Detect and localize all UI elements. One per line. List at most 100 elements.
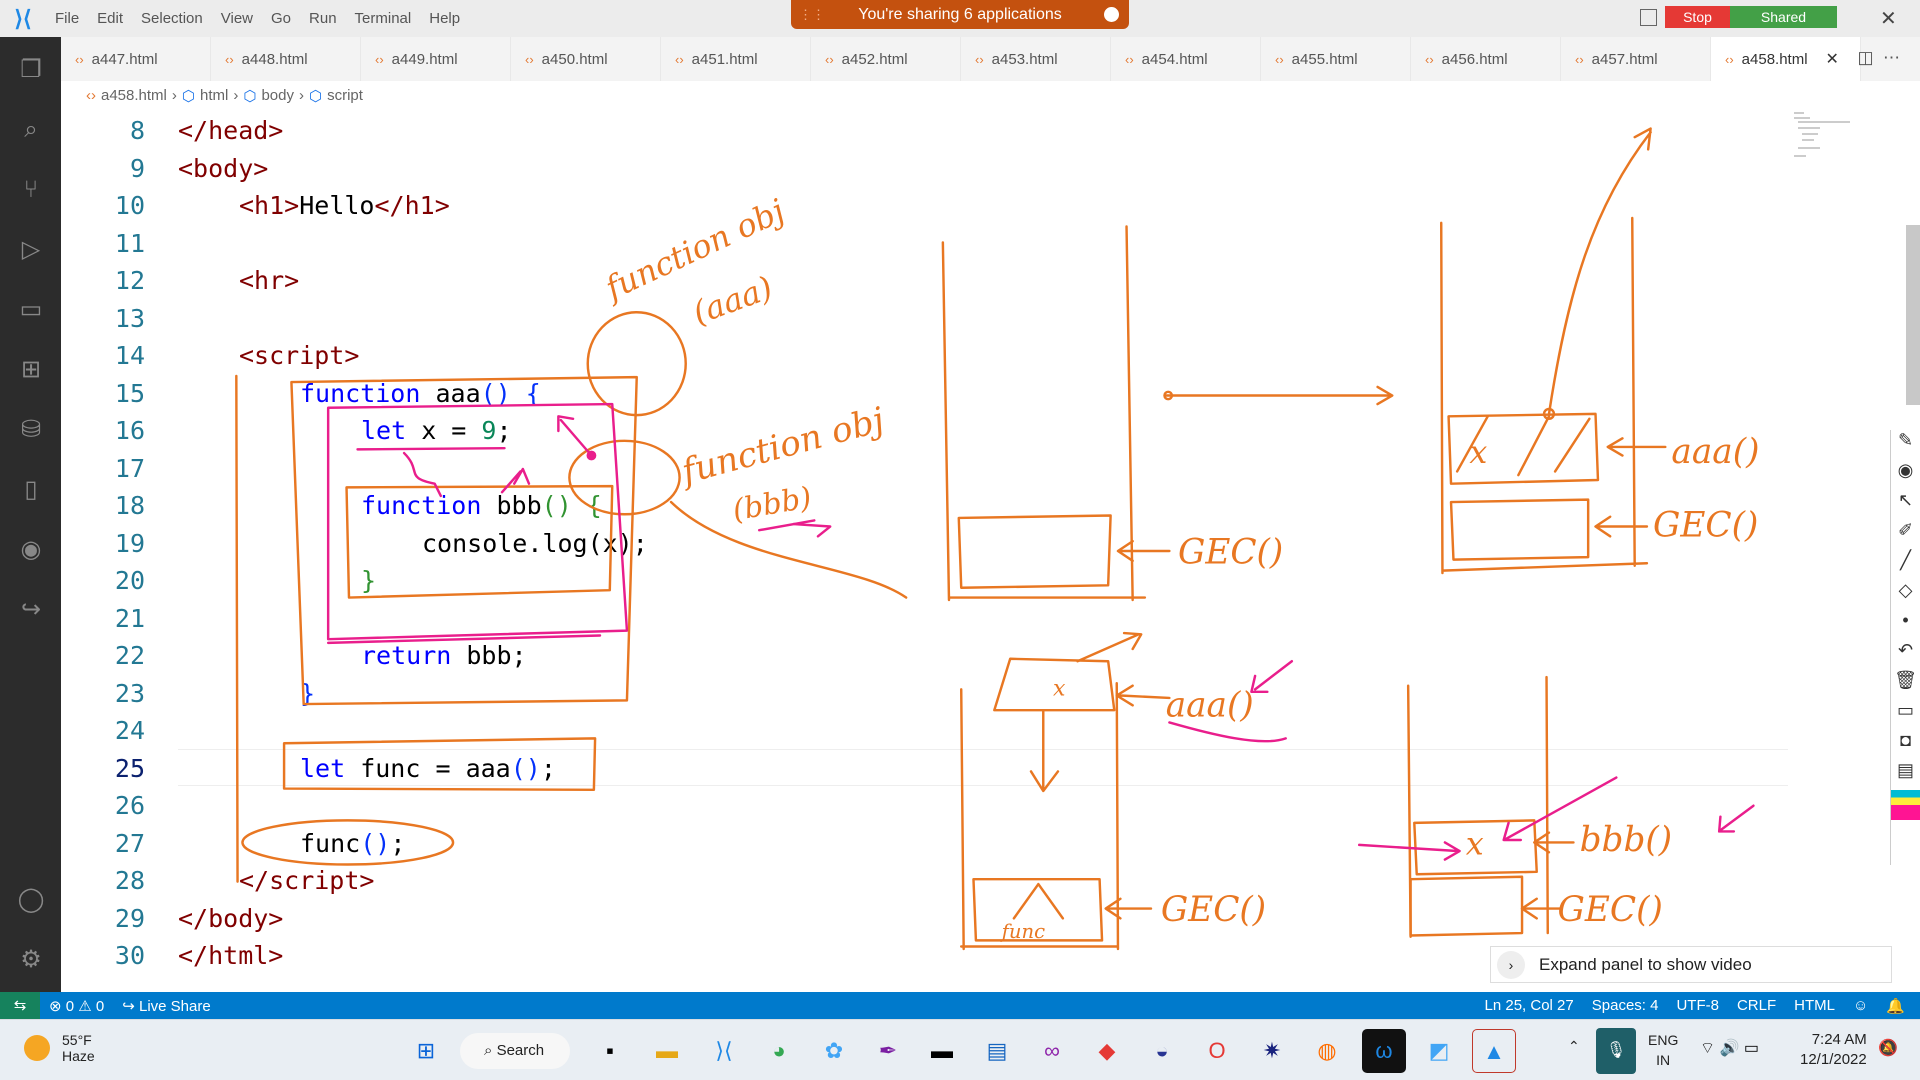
source-control-icon[interactable]: ⑂ <box>16 175 46 205</box>
drag-grip-icon[interactable]: ⋮⋮ <box>799 7 825 23</box>
code-token: </script> <box>239 866 375 895</box>
microphone-icon[interactable]: 🎙 <box>1596 1028 1636 1074</box>
tab-a457[interactable]: ‹› a457.html <box>1561 37 1711 81</box>
breadcrumb-body[interactable]: body <box>261 87 294 104</box>
whiteboard-icon[interactable]: ▭ <box>1891 700 1920 730</box>
camera-icon[interactable]: ◘ <box>1891 730 1920 760</box>
sharing-banner[interactable]: ⋮⋮ You're sharing 6 applications <box>791 0 1129 29</box>
tab-a458[interactable]: ‹› a458.html ✕ <box>1711 37 1861 81</box>
menu-terminal[interactable]: Terminal <box>346 10 421 27</box>
tab-a454[interactable]: ‹› a454.html <box>1111 37 1261 81</box>
presentation-app-icon[interactable]: ◩ <box>1417 1029 1461 1073</box>
pen-icon[interactable]: ✎ <box>1891 430 1920 460</box>
shared-button[interactable]: Shared <box>1730 6 1837 28</box>
opera-icon[interactable]: O <box>1195 1029 1239 1073</box>
breadcrumb-html[interactable]: html <box>200 87 228 104</box>
trash-icon[interactable]: 🗑 <box>1891 670 1920 700</box>
menu-go[interactable]: Go <box>262 10 300 27</box>
terminal-icon[interactable]: ▬ <box>920 1029 964 1073</box>
pen-app-icon[interactable]: ✒ <box>866 1029 910 1073</box>
tab-a449[interactable]: ‹› a449.html <box>361 37 511 81</box>
menu-selection[interactable]: Selection <box>132 10 212 27</box>
mysql-icon[interactable]: ▤ <box>975 1029 1019 1073</box>
expand-video-panel[interactable]: › Expand panel to show video <box>1490 946 1892 983</box>
windows-start-icon[interactable]: ⊞ <box>404 1029 448 1073</box>
split-editor-icon[interactable]: ◫ <box>1857 48 1873 67</box>
layout-icon[interactable] <box>1640 9 1657 26</box>
indentation[interactable]: Spaces: 4 <box>1583 997 1668 1015</box>
github-icon[interactable]: ◉ <box>16 535 46 565</box>
clock[interactable]: 7:24 AM 12/1/2022 <box>1800 1030 1867 1070</box>
webex-icon[interactable]: ω <box>1362 1029 1406 1073</box>
eraser-icon[interactable]: ◇ <box>1891 580 1920 610</box>
tab-a456[interactable]: ‹› a456.html <box>1411 37 1561 81</box>
vscode-taskbar-icon[interactable]: ⟩⟨ <box>702 1029 746 1073</box>
paint-icon[interactable]: ✿ <box>812 1029 856 1073</box>
app-icon[interactable]: ✷ <box>1250 1029 1294 1073</box>
tab-a451[interactable]: ‹› a451.html <box>661 37 811 81</box>
line-icon[interactable]: ╱ <box>1891 550 1920 580</box>
remote-icon[interactable]: ⇆ <box>0 992 40 1019</box>
problems-indicator[interactable]: ⊗ 0 ⚠ 0 <box>40 997 113 1015</box>
line-ending[interactable]: CRLF <box>1728 997 1785 1015</box>
vertical-scrollbar[interactable] <box>1906 225 1920 405</box>
clipboard-icon[interactable]: ▤ <box>1891 760 1920 790</box>
live-share-button[interactable]: ↪ Live Share <box>113 997 219 1015</box>
tab-a453[interactable]: ‹› a453.html <box>961 37 1111 81</box>
eclipse-icon[interactable]: ◒ <box>1140 1029 1184 1073</box>
menu-file[interactable]: File <box>46 10 88 27</box>
menu-edit[interactable]: Edit <box>88 10 132 27</box>
live-share-icon[interactable]: ↪ <box>16 595 46 625</box>
tab-a447[interactable]: ‹› a447.html <box>61 37 211 81</box>
search-icon[interactable]: ⌕ <box>16 115 46 145</box>
explorer-icon[interactable]: ❐ <box>16 55 46 85</box>
tab-a450[interactable]: ‹› a450.html <box>511 37 661 81</box>
more-actions-icon[interactable]: ⋯ <box>1883 48 1900 67</box>
minimap[interactable] <box>1790 108 1870 168</box>
breadcrumb-file[interactable]: a458.html <box>101 87 167 104</box>
database-icon[interactable]: ⛁ <box>16 415 46 445</box>
undo-icon[interactable]: ↶ <box>1891 640 1920 670</box>
infinity-app-icon[interactable]: ∞ <box>1030 1029 1074 1073</box>
eye-icon[interactable]: ◉ <box>1891 460 1920 490</box>
extensions-icon[interactable]: ⊞ <box>16 355 46 385</box>
settings-gear-icon[interactable]: ⚙ <box>16 945 46 975</box>
focus-assist-icon[interactable]: 🔕 <box>1878 1038 1898 1058</box>
task-view-icon[interactable]: ▪ <box>588 1029 632 1073</box>
tab-a452[interactable]: ‹› a452.html <box>811 37 961 81</box>
menu-help[interactable]: Help <box>420 10 469 27</box>
remote-explorer-icon[interactable]: ▭ <box>16 295 46 325</box>
feedback-icon[interactable]: ☺ <box>1844 997 1877 1015</box>
weather-widget[interactable]: 55°F Haze <box>24 1032 95 1064</box>
stop-sharing-button[interactable]: Stop <box>1665 6 1730 28</box>
eraser-app-icon[interactable]: ◆ <box>1085 1029 1129 1073</box>
cursor-icon[interactable]: ↖ <box>1891 490 1920 520</box>
cursor-position[interactable]: Ln 25, Col 27 <box>1476 997 1583 1015</box>
breadcrumb-script[interactable]: script <box>327 87 363 104</box>
close-tab-icon[interactable]: ✕ <box>1826 49 1839 69</box>
account-icon[interactable]: ◯ <box>16 885 46 915</box>
close-window-icon[interactable]: ✕ <box>1880 6 1897 31</box>
chevron-right-icon[interactable]: › <box>1497 950 1525 979</box>
encoding[interactable]: UTF-8 <box>1667 997 1728 1015</box>
file-explorer-icon[interactable]: ▬ <box>645 1029 689 1073</box>
firefox-icon[interactable]: ◍ <box>1305 1029 1349 1073</box>
tab-a455[interactable]: ‹› a455.html <box>1261 37 1411 81</box>
chrome-icon[interactable]: ◕ <box>757 1029 801 1073</box>
wifi-volume-battery-icons[interactable]: ⌔ 🔊 ▭ <box>1700 1038 1759 1058</box>
tab-a448[interactable]: ‹› a448.html <box>211 37 361 81</box>
menu-run[interactable]: Run <box>300 10 346 27</box>
code-editor[interactable]: 8 </head> 9 <body> 10 <h1>Hello</h1> 11 12 <hr> 1… <box>61 110 1920 992</box>
language-indicator[interactable]: ENG IN <box>1648 1030 1678 1070</box>
photos-icon[interactable]: ▲ <box>1472 1029 1516 1073</box>
color-palette-icon[interactable] <box>1891 790 1920 820</box>
language-mode[interactable]: HTML <box>1785 997 1844 1015</box>
notebook-icon[interactable]: ▯ <box>16 475 46 505</box>
highlighter-icon[interactable]: ✐ <box>1891 520 1920 550</box>
menu-view[interactable]: View <box>212 10 262 27</box>
notifications-bell-icon[interactable]: 🔔 <box>1877 997 1914 1015</box>
taskbar-search[interactable]: ⌕ Search <box>460 1033 570 1069</box>
dot-icon[interactable]: • <box>1891 610 1920 640</box>
show-hidden-icons[interactable]: ⌃ <box>1568 1038 1580 1055</box>
run-debug-icon[interactable]: ▷ <box>16 235 46 265</box>
